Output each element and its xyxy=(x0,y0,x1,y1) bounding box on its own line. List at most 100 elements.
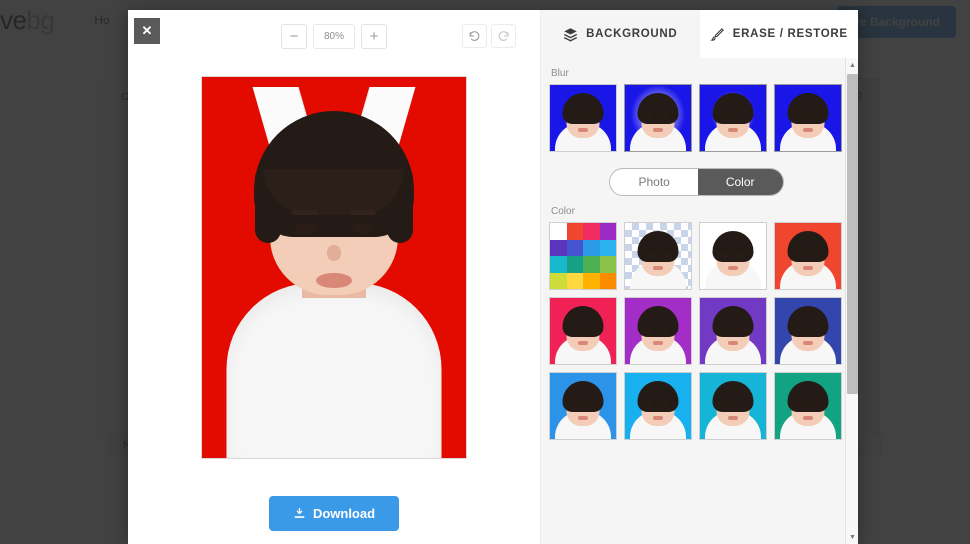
thumb-eye-left xyxy=(722,329,728,332)
thumb-eye-right xyxy=(738,254,744,257)
undo-button[interactable] xyxy=(462,24,487,48)
redo-button[interactable] xyxy=(491,24,516,48)
thumb-mouth xyxy=(578,416,588,420)
thumb-eye-left xyxy=(572,404,578,407)
color-thumbnail-violet-background[interactable] xyxy=(699,297,767,365)
thumb-mouth xyxy=(653,128,663,132)
panel-body: Blur Photo Color Color xyxy=(541,58,858,544)
thumb-eye-left xyxy=(797,254,803,257)
tab-erase-restore[interactable]: ERASE / RESTORE xyxy=(699,10,858,58)
color-swatch-13[interactable] xyxy=(566,272,583,289)
color-swatch-11[interactable] xyxy=(599,256,616,273)
thumb-eye-left xyxy=(647,254,653,257)
thumb-mouth xyxy=(728,266,738,270)
panel-scrollbar[interactable]: ▲ ▼ xyxy=(845,58,858,544)
blur-thumbnail-1[interactable] xyxy=(624,84,692,152)
color-thumbnail-blue-background[interactable] xyxy=(549,372,617,440)
download-icon xyxy=(294,507,305,518)
layers-icon xyxy=(564,27,578,42)
download-button[interactable]: Download xyxy=(268,495,400,531)
color-thumbnail-pink-background[interactable] xyxy=(549,297,617,365)
undo-icon xyxy=(469,30,480,41)
color-swatch-14[interactable] xyxy=(583,272,600,289)
blur-thumbnail-grid xyxy=(549,84,844,152)
thumb-eye-left xyxy=(722,116,728,119)
color-swatch-3[interactable] xyxy=(599,223,616,240)
brush-icon xyxy=(709,27,724,41)
color-swatch-10[interactable] xyxy=(583,256,600,273)
canvas-area[interactable] xyxy=(128,62,540,482)
editor-toolbar: ✕ − 80% + xyxy=(128,10,540,62)
color-swatch-15[interactable] xyxy=(599,272,616,289)
thumb-eye-left xyxy=(647,329,653,332)
canvas-pane: ✕ − 80% + Download xyxy=(128,10,540,544)
mode-option-color[interactable]: Color xyxy=(697,169,783,195)
subject-nose xyxy=(327,245,341,261)
redo-icon xyxy=(498,30,509,41)
color-thumbnail-sky-background[interactable] xyxy=(624,372,692,440)
thumb-mouth xyxy=(653,341,663,345)
subject-shirt xyxy=(226,283,442,458)
close-editor-button[interactable]: ✕ xyxy=(134,18,160,44)
zoom-controls: − 80% + xyxy=(281,23,387,49)
tab-background[interactable]: BACKGROUND xyxy=(541,10,700,58)
thumb-mouth xyxy=(803,416,813,420)
color-thumbnail-transparent-background[interactable] xyxy=(624,222,692,290)
thumb-eye-right xyxy=(813,116,819,119)
thumb-eye-right xyxy=(588,116,594,119)
download-button-label: Download xyxy=(312,505,376,521)
color-thumbnail-purple-background[interactable] xyxy=(624,297,692,365)
thumb-mouth xyxy=(728,341,738,345)
photo-canvas[interactable] xyxy=(201,76,467,459)
color-thumbnail-red-background[interactable] xyxy=(774,222,842,290)
thumb-eye-left xyxy=(647,116,653,119)
subject-eye-left xyxy=(294,223,316,234)
scrollbar-up-button[interactable]: ▲ xyxy=(846,58,859,72)
color-picker-grid[interactable] xyxy=(549,222,617,290)
color-swatch-9[interactable] xyxy=(566,256,583,273)
blur-thumbnail-3[interactable] xyxy=(774,84,842,152)
zoom-level-value[interactable]: 80% xyxy=(313,23,355,49)
thumb-eye-right xyxy=(738,116,744,119)
color-swatch-7[interactable] xyxy=(599,239,616,256)
thumb-eye-right xyxy=(663,116,669,119)
subject-brow-left xyxy=(292,210,318,215)
mode-toggle: Photo Color xyxy=(609,168,784,196)
thumb-mouth xyxy=(653,416,663,420)
thumb-eye-left xyxy=(647,404,653,407)
blur-thumbnail-0[interactable] xyxy=(549,84,617,152)
color-thumbnail-cyan-background[interactable] xyxy=(699,372,767,440)
blur-section-label: Blur xyxy=(551,68,569,79)
color-swatch-2[interactable] xyxy=(583,223,600,240)
thumb-mouth xyxy=(578,341,588,345)
editor-modal: ✕ − 80% + Download BACKGROUND ERASE / RE… xyxy=(128,10,858,544)
color-thumbnail-teal-background[interactable] xyxy=(774,372,842,440)
panel-tabs: BACKGROUND ERASE / RESTORE xyxy=(541,10,858,58)
zoom-out-button[interactable]: − xyxy=(281,23,307,49)
thumb-eye-left xyxy=(572,329,578,332)
color-swatch-8[interactable] xyxy=(550,256,567,273)
thumb-eye-left xyxy=(722,404,728,407)
color-swatch-12[interactable] xyxy=(550,272,567,289)
tab-erase-restore-label: ERASE / RESTORE xyxy=(732,28,848,40)
thumb-eye-left xyxy=(572,116,578,119)
blur-thumbnail-2[interactable] xyxy=(699,84,767,152)
subject-eye-right xyxy=(352,223,374,234)
color-swatch-5[interactable] xyxy=(566,239,583,256)
scrollbar-thumb[interactable] xyxy=(847,74,858,394)
thumb-eye-right xyxy=(813,254,819,257)
thumb-eye-right xyxy=(663,329,669,332)
color-swatch-4[interactable] xyxy=(550,239,567,256)
tab-background-label: BACKGROUND xyxy=(586,28,678,40)
color-swatch-0[interactable] xyxy=(550,223,567,240)
zoom-in-button[interactable]: + xyxy=(361,23,387,49)
mode-option-photo[interactable]: Photo xyxy=(610,169,697,195)
scrollbar-down-button[interactable]: ▼ xyxy=(846,530,859,544)
thumb-eye-left xyxy=(797,329,803,332)
color-swatch-6[interactable] xyxy=(583,239,600,256)
color-thumbnail-white-background[interactable] xyxy=(699,222,767,290)
color-thumbnail-navy-background[interactable] xyxy=(774,297,842,365)
color-swatch-1[interactable] xyxy=(566,223,583,240)
history-controls xyxy=(462,24,516,48)
thumb-eye-right xyxy=(663,404,669,407)
